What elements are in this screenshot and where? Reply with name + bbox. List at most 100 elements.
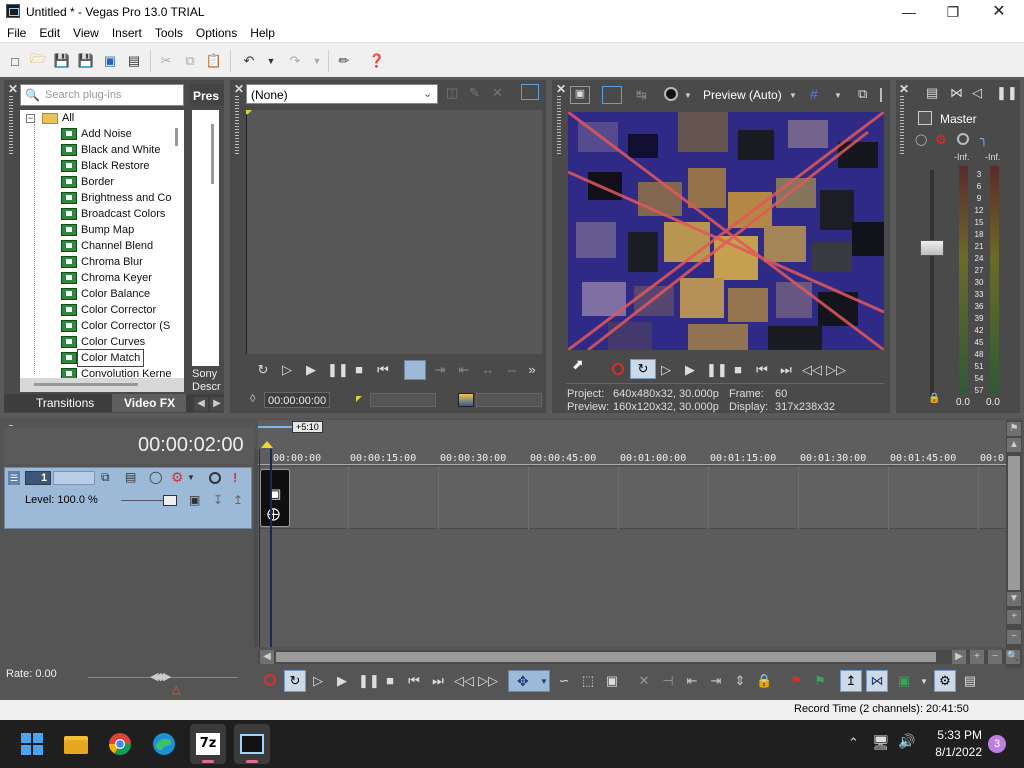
previous-frame-icon[interactable]: ◁◁ [454, 673, 474, 689]
zoom-tool-icon[interactable]: 🔍 [1006, 650, 1020, 664]
lock-event-icon[interactable]: 🔒 [756, 673, 772, 689]
chevron-down-icon[interactable]: ▼ [684, 91, 692, 100]
marker-flag-icon[interactable]: ⚑ [1007, 422, 1021, 436]
plugin-item[interactable]: Broadcast Colors [20, 206, 184, 222]
clock-time[interactable]: 5:33 PM [934, 728, 982, 742]
more-controls-icon[interactable]: » [524, 362, 540, 378]
insert-marker-icon[interactable]: ⚑ [788, 673, 804, 689]
cut-icon[interactable]: ✂ [157, 52, 175, 70]
menu-file[interactable]: File [0, 24, 32, 42]
plugin-item[interactable]: Color Curves [20, 334, 184, 350]
loop-icon[interactable]: ↻ [255, 362, 271, 378]
rate-slider-handle[interactable]: ◀◆▶ [150, 670, 171, 683]
external-monitor-icon[interactable] [602, 86, 622, 104]
overlays-grid-icon[interactable]: # [810, 86, 818, 102]
menu-view[interactable]: View [66, 24, 105, 42]
plugin-item-selected[interactable]: Color Match [20, 349, 184, 367]
undo-dropdown-icon[interactable]: ▼ [262, 52, 280, 70]
chevron-down-icon[interactable]: ▼ [187, 473, 195, 482]
loop-playback-icon[interactable]: ↻ [630, 359, 656, 379]
next-frame-icon[interactable]: ▷▷ [478, 673, 498, 689]
collapse-track-icon[interactable]: ☰ [8, 471, 20, 485]
video-track-header[interactable]: ☰ 1 ⧉ ▤ ◯ ⚙ ▼ ! Level: 100.0 % ▣ ↧ ↥ [4, 467, 252, 529]
zoom-tool-icon[interactable]: ▣ [604, 673, 620, 689]
minimize-button[interactable]: — [886, 0, 932, 24]
plugin-item[interactable]: Color Balance [20, 286, 184, 302]
loop-region-bar[interactable] [258, 426, 292, 428]
stop-icon[interactable]: ■ [730, 362, 746, 378]
scroll-thumb[interactable] [1008, 456, 1020, 590]
open-folder-icon[interactable]: 🗁 [29, 51, 47, 70]
go-to-start-icon[interactable]: ⏮ [406, 673, 422, 689]
mute-icon[interactable] [957, 133, 969, 145]
copy-snapshot-icon[interactable]: ⧉ [858, 86, 867, 102]
redo-dropdown-icon[interactable]: ▼ [308, 52, 326, 70]
add-from-cursor-icon[interactable]: ⇤ [456, 362, 472, 378]
preview-properties-icon[interactable]: ▣ [570, 86, 590, 104]
new-project-icon[interactable]: □ [6, 52, 24, 70]
go-to-start-icon[interactable]: ⏮ [375, 362, 391, 378]
undo-icon[interactable]: ↶ [240, 52, 258, 70]
plugin-item[interactable]: Bump Map [20, 222, 184, 238]
insert-region-icon[interactable]: ⚑ [812, 673, 828, 689]
chevron-down-icon[interactable]: ▼ [920, 677, 928, 686]
tab-transitions[interactable]: Transitions [36, 396, 94, 410]
menu-edit[interactable]: Edit [32, 24, 66, 42]
trim-end-icon[interactable]: ⇥ [708, 673, 724, 689]
plugin-item[interactable]: Channel Blend [20, 238, 184, 254]
scroll-thumb[interactable] [276, 652, 936, 662]
scroll-down-icon[interactable]: ▼ [1007, 592, 1021, 606]
vertical-scrollbar[interactable]: ⚑ ▲ ▼ + − [1006, 420, 1022, 668]
pause-icon[interactable]: ❚❚ [327, 362, 349, 378]
selection-tool-icon[interactable]: ⬚ [580, 673, 596, 689]
zoom-out-tracks-icon[interactable]: − [1007, 630, 1021, 644]
preview-close-icon[interactable]: ✕ [556, 82, 566, 96]
snapping-icon[interactable]: ↥ [840, 670, 862, 692]
close-button[interactable]: ✕ [976, 0, 1022, 24]
whats-this-help-icon[interactable]: ❓ [368, 52, 386, 70]
loop-region-marker[interactable]: +5:10 [292, 421, 323, 433]
chevron-down-icon[interactable]: ▼ [834, 91, 842, 100]
trimmer-pin-icon[interactable]: ✎ [469, 85, 480, 101]
add-up-to-cursor-icon[interactable]: ↔ [480, 362, 496, 378]
preview-quality-dropdown[interactable]: Preview (Auto) [703, 88, 782, 102]
trimmer-video-icon[interactable] [521, 84, 539, 100]
track-name-field[interactable] [53, 471, 95, 485]
mark-in-icon[interactable] [356, 396, 362, 402]
trim-start-icon[interactable]: ⇤ [684, 673, 700, 689]
plugin-item[interactable]: Black Restore [20, 158, 184, 174]
go-to-end-icon[interactable]: ⏭ [430, 673, 446, 689]
7zip-icon[interactable]: 7z [192, 728, 224, 760]
edge-icon[interactable] [148, 728, 180, 760]
save-as-icon[interactable]: 💾 [77, 52, 95, 70]
envelope-tool-icon[interactable]: ∽ [556, 673, 572, 689]
properties-icon[interactable]: ▤ [125, 52, 143, 70]
plugin-item[interactable]: Color Corrector [20, 302, 184, 318]
trimmer-media-dropdown[interactable]: (None) ⌄ [246, 84, 438, 104]
selection-length-field[interactable] [476, 393, 542, 407]
chevron-up-icon[interactable]: ⌃ [848, 735, 859, 751]
stop-icon[interactable]: ■ [382, 673, 398, 689]
selection-length-icon[interactable] [458, 393, 474, 407]
zoom-in-time-icon[interactable]: + [970, 650, 984, 664]
trimmer-timecode-field[interactable]: 00:00:00:00 [264, 392, 330, 408]
auto-crossfade-icon[interactable]: ⋈ [866, 670, 888, 692]
pause-icon[interactable]: ❚❚ [358, 673, 380, 689]
chrome-icon[interactable] [104, 728, 136, 760]
enable-snapping-icon[interactable]: ✏ [335, 52, 353, 70]
split-screen-icon[interactable]: ↹ [636, 87, 647, 103]
network-icon[interactable]: 🖥 [872, 734, 890, 751]
track-pan-icon[interactable]: ◯ [149, 470, 162, 484]
make-compositing-child-icon[interactable]: ↧ [213, 493, 223, 507]
presets-scroll-thumb[interactable] [211, 124, 214, 184]
fit-to-fill-icon[interactable]: ⇔ [504, 362, 520, 378]
clock-date[interactable]: 8/1/2022 [930, 745, 982, 759]
mute-track-icon[interactable] [209, 472, 221, 484]
menu-options[interactable]: Options [189, 24, 243, 42]
track-compositing-icon[interactable]: ▤ [125, 470, 136, 484]
trimmer-media-icon[interactable]: ◫ [446, 85, 458, 101]
composite-mode-icon[interactable]: ▣ [189, 493, 200, 507]
next-frame-icon[interactable]: ▷▷ [826, 362, 846, 378]
trimmer-close-icon[interactable]: ✕ [234, 82, 244, 96]
render-as-icon[interactable]: ▣ [101, 52, 119, 70]
